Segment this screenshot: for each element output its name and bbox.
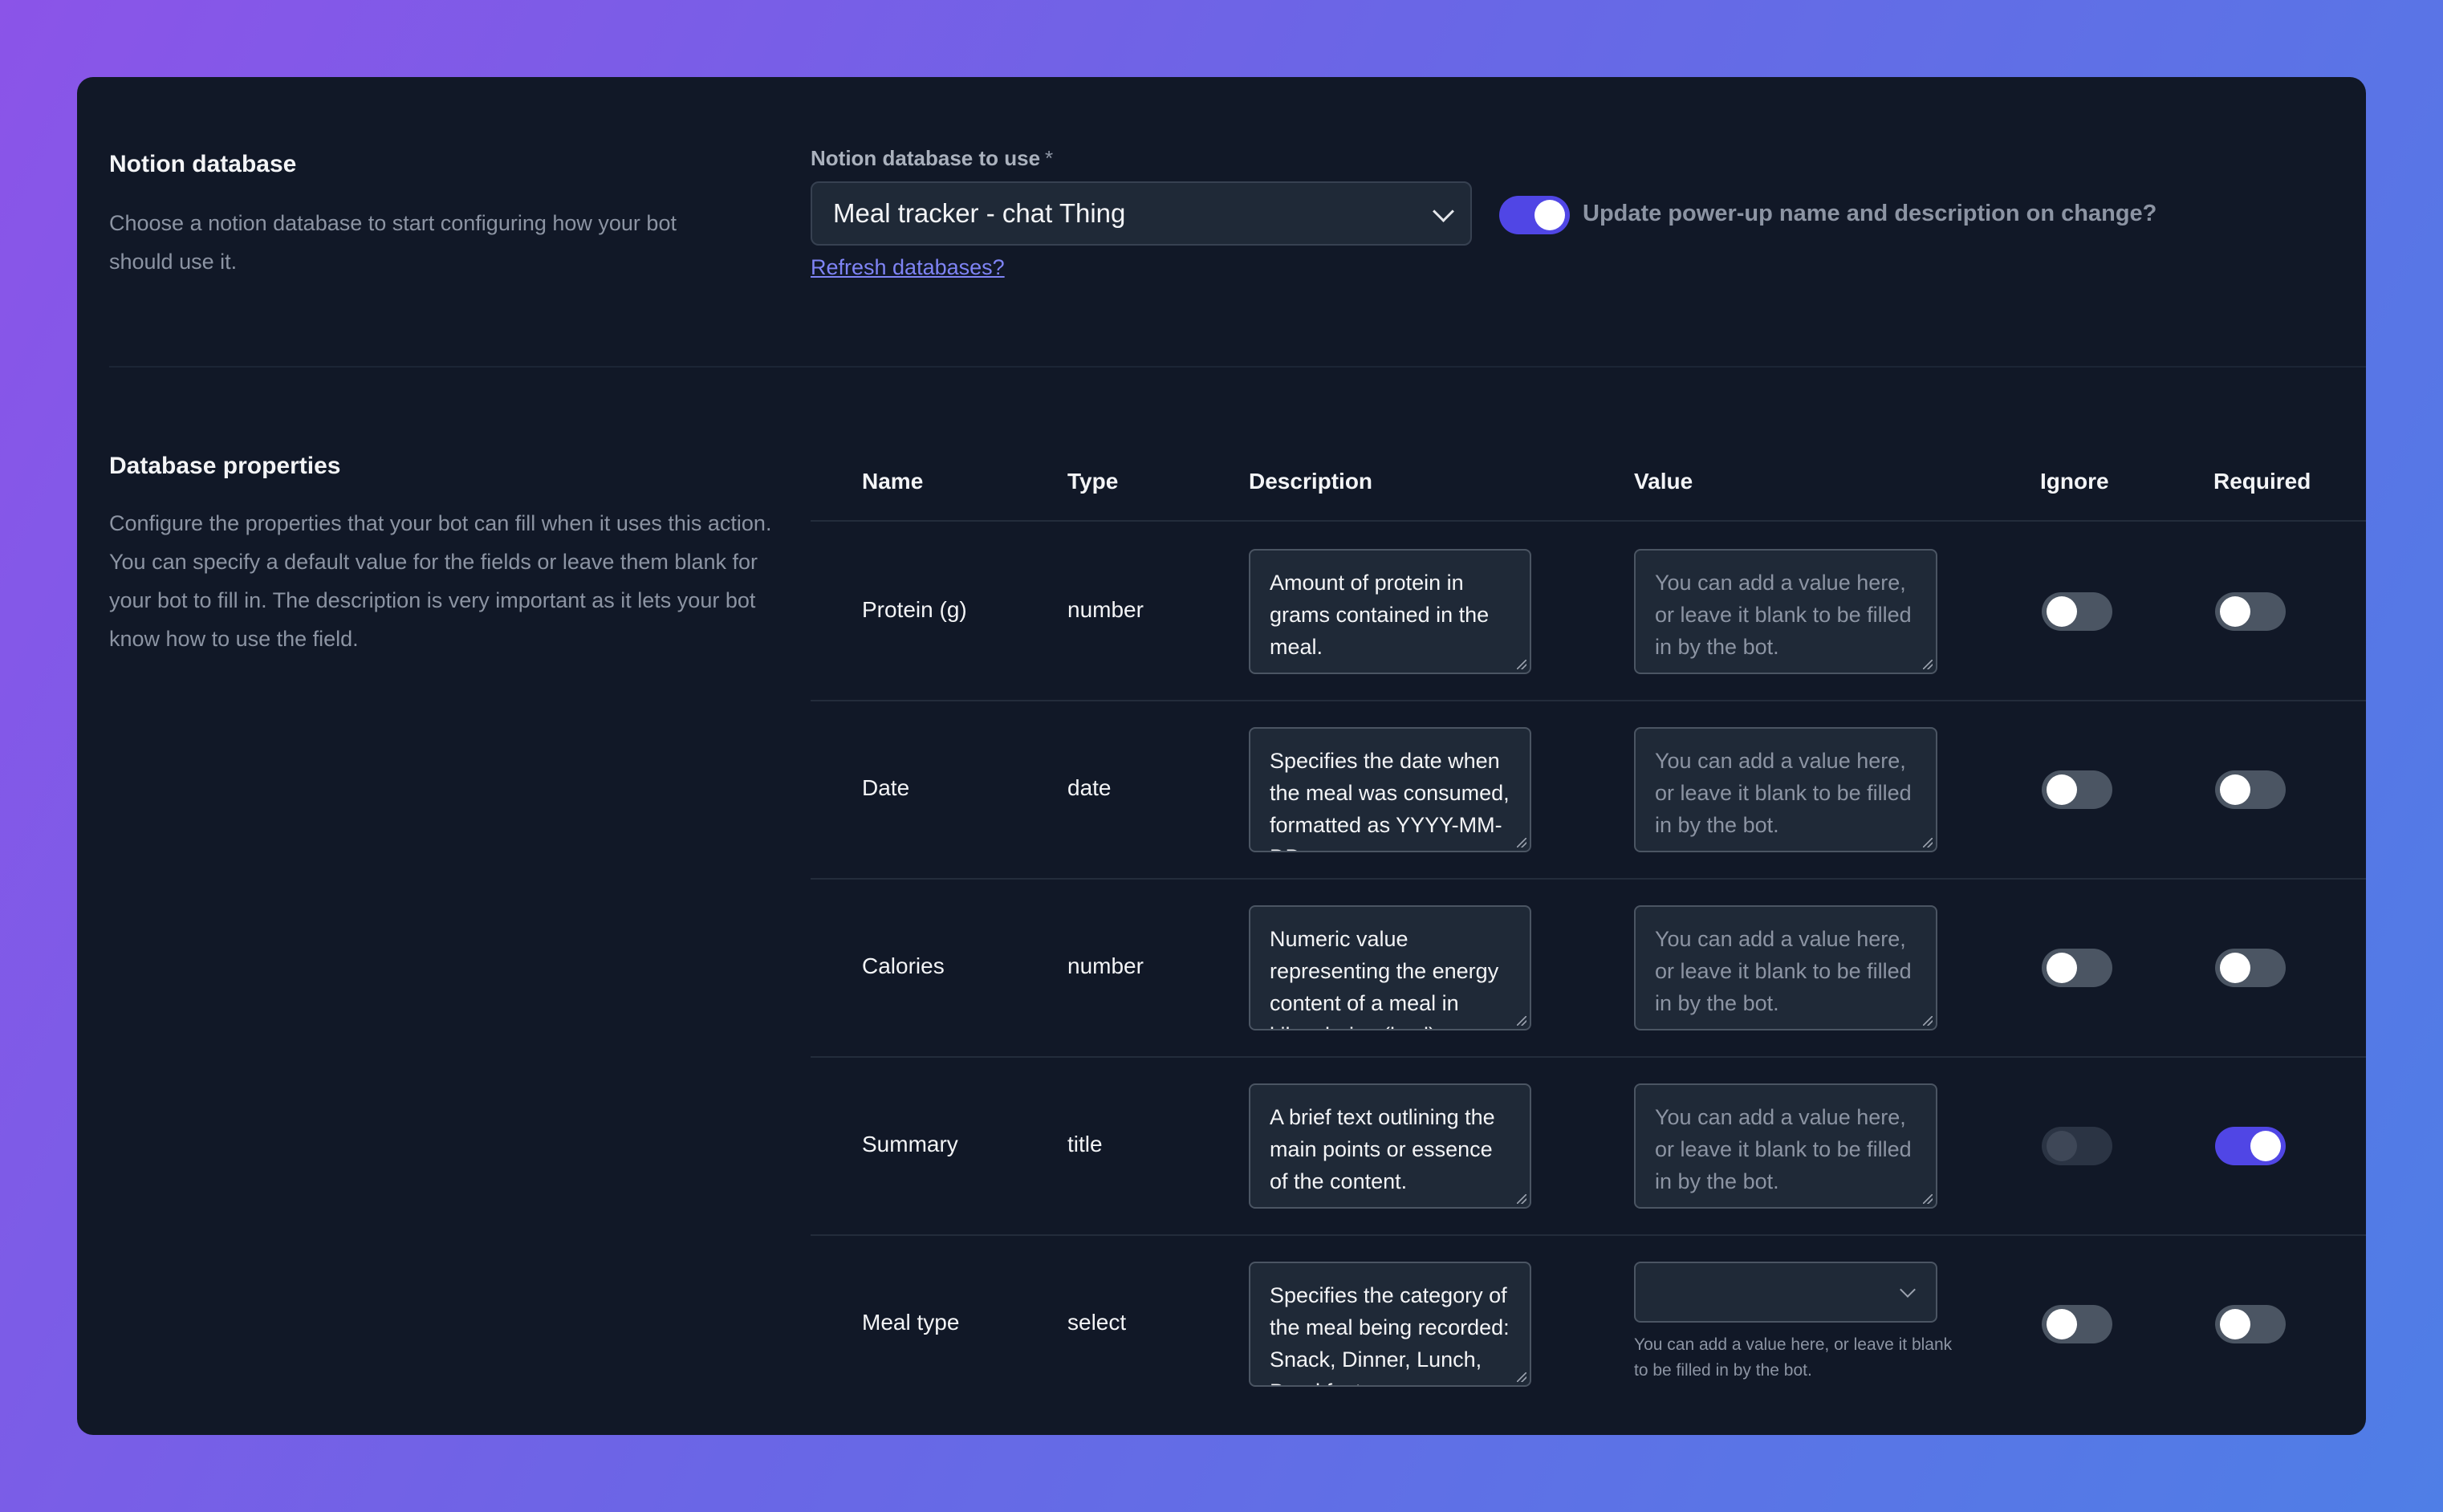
row-divider — [811, 1234, 2366, 1236]
value-textarea[interactable]: You can add a value here, or leave it bl… — [1634, 1083, 1937, 1209]
resize-handle-icon[interactable] — [1517, 1194, 1526, 1204]
required-toggle[interactable] — [2215, 949, 2286, 987]
table-header-divider — [811, 520, 2366, 522]
value-select[interactable] — [1634, 1262, 1937, 1323]
column-header-name: Name — [862, 469, 924, 494]
ignore-toggle[interactable] — [2042, 592, 2112, 631]
row-divider — [811, 878, 2366, 880]
resize-handle-icon[interactable] — [1923, 838, 1933, 847]
description-textarea[interactable]: Numeric value representing the energy co… — [1249, 905, 1531, 1030]
column-header-type: Type — [1067, 469, 1119, 494]
required-toggle[interactable] — [2215, 592, 2286, 631]
resize-handle-icon[interactable] — [1517, 660, 1526, 669]
description-textarea[interactable]: Amount of protein in grams contained in … — [1249, 549, 1531, 674]
ignore-toggle[interactable] — [2042, 1127, 2112, 1165]
property-name: Meal type — [862, 1310, 960, 1335]
update-name-toggle[interactable] — [1499, 196, 1570, 234]
column-header-value: Value — [1634, 469, 1693, 494]
update-name-toggle-label: Update power-up name and description on … — [1583, 201, 2157, 226]
ignore-toggle[interactable] — [2042, 770, 2112, 809]
refresh-databases-link[interactable]: Refresh databases? — [811, 255, 1005, 280]
description-textarea[interactable]: Specifies the date when the meal was con… — [1249, 727, 1531, 852]
row-divider — [811, 700, 2366, 701]
notion-database-description: Choose a notion database to start config… — [109, 211, 677, 274]
property-type: title — [1067, 1132, 1103, 1156]
property-type: number — [1067, 953, 1144, 978]
resize-handle-icon[interactable] — [1923, 1016, 1933, 1026]
column-header-required: Required — [2213, 469, 2311, 494]
value-textarea[interactable]: You can add a value here, or leave it bl… — [1634, 727, 1937, 852]
ignore-toggle[interactable] — [2042, 1305, 2112, 1343]
settings-panel: Notion database Choose a notion database… — [77, 77, 2366, 1435]
value-textarea[interactable]: You can add a value here, or leave it bl… — [1634, 905, 1937, 1030]
description-textarea[interactable]: A brief text outlining the main points o… — [1249, 1083, 1531, 1209]
description-textarea[interactable]: Specifies the category of the meal being… — [1249, 1262, 1531, 1387]
required-toggle[interactable] — [2215, 770, 2286, 809]
column-header-description: Description — [1249, 469, 1373, 494]
resize-handle-icon[interactable] — [1923, 660, 1933, 669]
required-asterisk: * — [1045, 146, 1054, 170]
value-hint: You can add a value here, or leave it bl… — [1634, 1335, 1953, 1380]
column-header-ignore: Ignore — [2040, 469, 2109, 494]
property-name: Calories — [862, 953, 945, 978]
resize-handle-icon[interactable] — [1517, 838, 1526, 847]
notion-database-title: Notion database — [109, 151, 297, 177]
database-properties-description: Configure the properties that your bot c… — [109, 511, 772, 651]
property-type: select — [1067, 1310, 1127, 1335]
property-name: Protein (g) — [862, 597, 967, 622]
chevron-down-icon — [1433, 201, 1454, 222]
ignore-toggle[interactable] — [2042, 949, 2112, 987]
required-toggle[interactable] — [2215, 1305, 2286, 1343]
section-divider — [109, 366, 2366, 368]
database-select-value: Meal tracker - chat Thing — [833, 198, 1126, 228]
resize-handle-icon[interactable] — [1923, 1194, 1933, 1204]
value-textarea[interactable]: You can add a value here, or leave it bl… — [1634, 549, 1937, 674]
row-divider — [811, 1056, 2366, 1058]
resize-handle-icon[interactable] — [1517, 1372, 1526, 1382]
database-field-label: Notion database to use * — [811, 146, 1054, 170]
property-name: Summary — [862, 1132, 958, 1156]
property-type: number — [1067, 597, 1144, 622]
database-select[interactable]: Meal tracker - chat Thing — [811, 181, 1472, 246]
required-toggle[interactable] — [2215, 1127, 2286, 1165]
resize-handle-icon[interactable] — [1517, 1016, 1526, 1026]
property-type: date — [1067, 775, 1112, 800]
chevron-down-icon — [1900, 1282, 1916, 1298]
database-properties-title: Database properties — [109, 453, 341, 479]
property-name: Date — [862, 775, 910, 800]
